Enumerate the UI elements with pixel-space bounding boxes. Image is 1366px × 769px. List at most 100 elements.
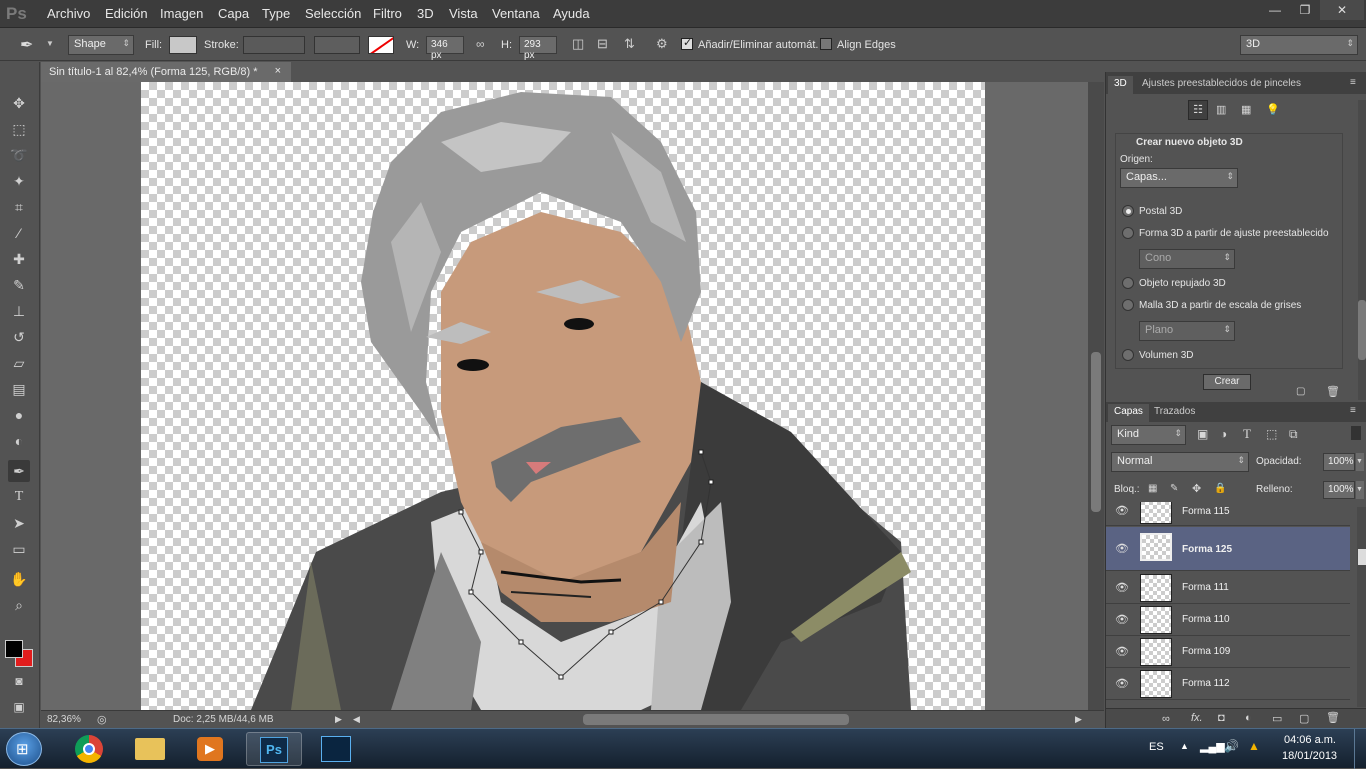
hand-tool-icon[interactable]: ✋	[8, 568, 30, 590]
quick-mask-icon[interactable]: ◙	[8, 670, 30, 692]
menu-imagen[interactable]: Imagen	[160, 6, 203, 21]
stroke-color-swatch[interactable]	[368, 36, 394, 54]
tab-brush-presets[interactable]: Ajustes preestablecidos de pinceles	[1136, 76, 1307, 94]
visibility-eye-icon[interactable]: 👁	[1115, 613, 1129, 626]
visibility-eye-icon[interactable]: 👁	[1115, 504, 1129, 517]
scene-filter-icon[interactable]: ☷	[1188, 100, 1208, 120]
panel-menu-icon[interactable]: ≡	[1350, 77, 1356, 88]
eyedropper-tool-icon[interactable]: ⁄	[8, 222, 30, 244]
layer-row[interactable]: 👁 Forma 109	[1106, 636, 1350, 668]
chevron-down-icon[interactable]: ▼	[1356, 453, 1364, 471]
network-signal-icon[interactable]: ▂▄▆	[1200, 740, 1225, 753]
path-alignment-icon[interactable]: ⊟	[597, 36, 608, 52]
move-tool-icon[interactable]: ✥	[8, 92, 30, 114]
stroke-swatch[interactable]	[243, 36, 305, 54]
radio-shape-preset[interactable]	[1122, 227, 1134, 239]
link-layers-icon[interactable]: ∞	[1162, 713, 1170, 725]
layers-menu-icon[interactable]: ≡	[1350, 405, 1356, 416]
radio-volume-3d[interactable]	[1122, 349, 1134, 361]
delete-layer-icon[interactable]: 🗑	[1326, 711, 1340, 724]
mode-select[interactable]: Shape	[68, 35, 134, 55]
crop-tool-icon[interactable]: ⌗	[8, 196, 30, 218]
gear-icon[interactable]: ⚙	[656, 36, 668, 52]
zoom-tool-icon[interactable]: ⌕	[8, 594, 30, 616]
adjustment-filter-icon[interactable]: ◑	[1220, 427, 1227, 441]
layer-style-icon[interactable]: fx.	[1191, 712, 1203, 724]
path-operations-icon[interactable]: ◫	[572, 36, 584, 52]
tab-paths[interactable]: Trazados	[1148, 404, 1201, 422]
menu-archivo[interactable]: Archivo	[47, 6, 90, 21]
gradient-tool-icon[interactable]: ▤	[8, 378, 30, 400]
menu-vista[interactable]: Vista	[449, 6, 478, 21]
cone-select[interactable]: Cono	[1139, 249, 1235, 269]
taskbar-media-player[interactable]: ▶	[182, 732, 238, 766]
taskbar-explorer[interactable]	[122, 732, 178, 766]
blend-mode-select[interactable]: Normal	[1111, 452, 1249, 472]
pixel-filter-icon[interactable]: ▣	[1197, 427, 1208, 441]
input-language[interactable]: ES	[1149, 741, 1164, 753]
blur-tool-icon[interactable]: ●	[8, 404, 30, 426]
link-icon[interactable]: ∞	[476, 37, 485, 51]
group-folder-icon[interactable]: ▭	[1272, 712, 1282, 725]
document-tab[interactable]: Sin título-1 al 82,4% (Forma 125, RGB/8)…	[41, 62, 291, 82]
menu-capa[interactable]: Capa	[218, 6, 249, 21]
volume-icon[interactable]: 🔊	[1224, 739, 1239, 753]
lock-pixels-icon[interactable]: ✎	[1170, 483, 1178, 494]
stroke-type-select[interactable]	[314, 36, 360, 54]
lasso-tool-icon[interactable]: ➰	[8, 144, 30, 166]
menu-filtro[interactable]: Filtro	[373, 6, 402, 21]
taskbar-app[interactable]	[308, 732, 364, 766]
canvas-area[interactable]	[41, 82, 1088, 710]
radio-grayscale-mesh[interactable]	[1122, 299, 1134, 311]
width-field[interactable]: 346 px	[426, 36, 464, 61]
trash-icon[interactable]: 🗑	[1326, 385, 1340, 398]
kind-filter-select[interactable]: Kind	[1111, 425, 1186, 445]
light-filter-icon[interactable]: 💡	[1266, 103, 1280, 116]
filter-toggle[interactable]	[1351, 426, 1361, 440]
adjustment-layer-icon[interactable]: ◐	[1245, 712, 1252, 724]
eraser-tool-icon[interactable]: ▱	[8, 352, 30, 374]
start-button[interactable]: ⊞	[6, 732, 42, 766]
menu-ventana[interactable]: Ventana	[492, 6, 540, 21]
zoom-level[interactable]: 82,36%	[47, 714, 81, 725]
align-edges-checkbox[interactable]	[820, 38, 832, 50]
show-desktop-button[interactable]	[1354, 729, 1366, 769]
path-arrangement-icon[interactable]: ⇅	[624, 36, 635, 52]
screen-mode-icon[interactable]: ▣	[8, 696, 30, 718]
rectangle-tool-icon[interactable]: ▭	[8, 538, 30, 560]
lock-all-icon[interactable]: 🔒	[1214, 483, 1226, 494]
mesh-filter-icon[interactable]: ▥	[1216, 103, 1226, 116]
marquee-tool-icon[interactable]: ⬚	[8, 118, 30, 140]
path-selection-tool-icon[interactable]: ➤	[8, 512, 30, 534]
status-arrow-icon[interactable]: ▶	[335, 714, 342, 725]
chevron-down-icon[interactable]: ▼	[46, 39, 54, 48]
menu-edicion[interactable]: Edición	[105, 6, 148, 21]
type-tool-icon[interactable]: T	[8, 486, 30, 508]
lock-transparency-icon[interactable]: ▦	[1148, 483, 1157, 494]
menu-ayuda[interactable]: Ayuda	[553, 6, 590, 21]
tab-3d[interactable]: 3D	[1108, 76, 1133, 94]
smart-object-filter-icon[interactable]: ⧉	[1289, 427, 1298, 442]
layer-row[interactable]: 👁 Forma 112	[1106, 668, 1350, 700]
layers-scrollbar[interactable]	[1357, 507, 1366, 707]
chevron-down-icon[interactable]: ▼	[1356, 481, 1364, 499]
clock-date[interactable]: 18/01/2013	[1282, 750, 1337, 762]
radio-postcard-3d[interactable]	[1122, 205, 1134, 217]
show-hidden-icons-icon[interactable]: ▲	[1180, 741, 1189, 751]
layer-row[interactable]: 👁 Forma 115	[1106, 502, 1350, 526]
close-document-icon[interactable]: ×	[275, 65, 281, 77]
brush-tool-icon[interactable]: ✎	[8, 274, 30, 296]
close-window-button[interactable]: ✕	[1320, 0, 1364, 20]
fill-swatch[interactable]	[169, 36, 197, 54]
opacity-field[interactable]: 100%	[1323, 453, 1355, 471]
origin-select[interactable]: Capas...	[1120, 168, 1238, 188]
canvas[interactable]	[141, 82, 985, 710]
radio-extrusion-3d[interactable]	[1122, 277, 1134, 289]
scroll-left-icon[interactable]: ◀	[353, 714, 360, 725]
taskbar-chrome[interactable]	[62, 732, 118, 766]
dodge-tool-icon[interactable]: ◐	[8, 430, 30, 452]
vertical-scrollbar[interactable]	[1088, 82, 1104, 710]
shape-filter-icon[interactable]: ⬚	[1266, 427, 1277, 441]
healing-brush-tool-icon[interactable]: ✚	[8, 248, 30, 270]
new-layer-icon[interactable]: ▢	[1299, 712, 1309, 725]
